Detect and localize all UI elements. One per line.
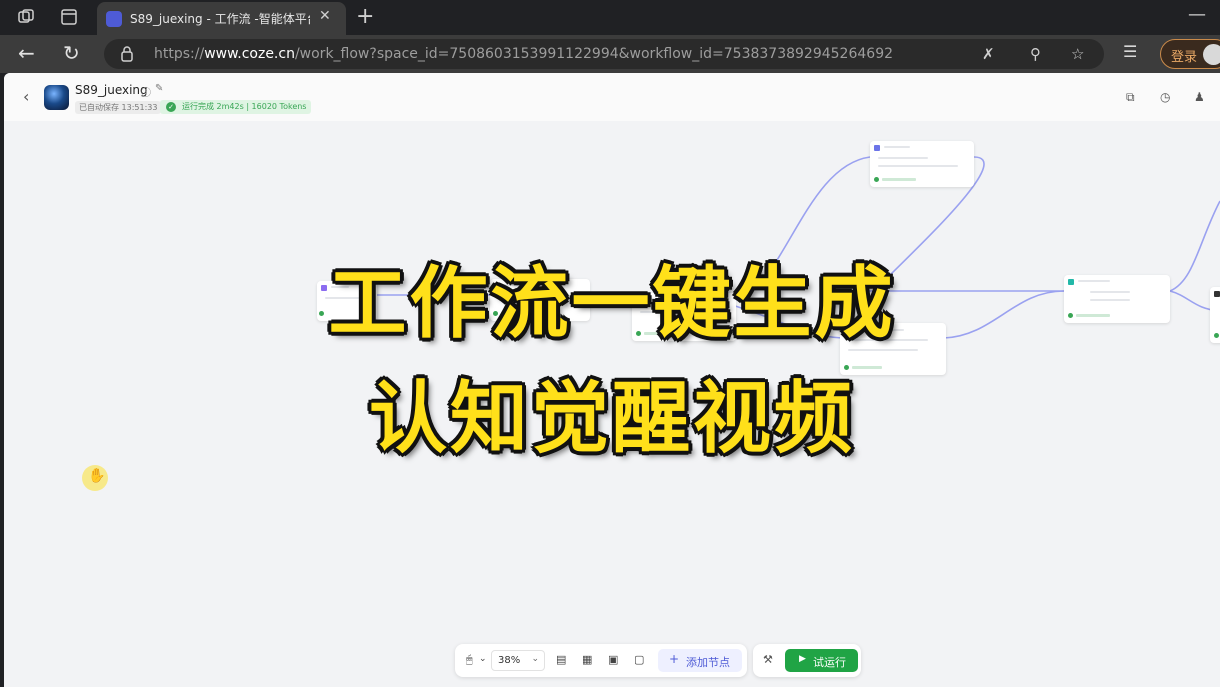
add-node-label: 添加节点 <box>686 656 730 669</box>
chevron-down-icon: ⌄ <box>531 654 539 664</box>
chevron-down-icon[interactable]: ⌄ <box>479 654 487 664</box>
browser-navbar: ← ↻ https://www.coze.cn/work_flow?space_… <box>0 35 1220 73</box>
zoom-select[interactable]: 38% ⌄ <box>491 650 545 671</box>
back-icon[interactable]: ← <box>18 41 35 65</box>
canvas-toolbar: 🖱 ⌄ 38% ⌄ ▤ ▦ ▣ ▢ + 添加节点 <box>455 644 747 677</box>
info-icon[interactable]: ⓘ <box>141 84 151 99</box>
browser-tab-strip: S89_juexing - 工作流 -智能体平台 ✕ + — <box>0 0 1220 35</box>
run-status-text: 运行完成 2m42s | 16020 Tokens <box>182 102 307 111</box>
overlay-title-line-2: 认知觉醒视频 <box>368 374 855 464</box>
tab-actions-icon[interactable] <box>59 7 79 27</box>
hand-cursor-icon: ✋ <box>82 465 108 491</box>
minimize-button[interactable]: — <box>1188 4 1206 25</box>
star-icon[interactable]: ☆ <box>1071 45 1084 63</box>
check-icon: ✓ <box>166 102 176 112</box>
plus-icon: + <box>669 652 680 666</box>
url-prefix: https:// <box>154 46 205 62</box>
play-icon: ▶ <box>799 654 806 664</box>
workspaces-icon[interactable] <box>16 7 36 27</box>
workflow-name: S89_juexing <box>75 83 148 97</box>
tab-title: S89_juexing - 工作流 -智能体平台 <box>130 12 310 26</box>
run-status-badge[interactable]: ✓ 运行完成 2m42s | 16020 Tokens <box>160 100 312 114</box>
workflow-app: ‹ S89_juexing ⓘ ✎ 已自动保存 13:51:33 ✓ 运行完成 … <box>4 73 1220 687</box>
image-icon[interactable]: ▣ <box>608 653 618 666</box>
copy-icon[interactable]: ⧉ <box>1126 90 1135 105</box>
address-bar[interactable]: https://www.coze.cn/work_flow?space_id=7… <box>104 39 1104 69</box>
zoom-value: 38% <box>498 655 521 666</box>
minimap-icon[interactable]: ▦ <box>582 653 592 666</box>
tab-close-icon[interactable]: ✕ <box>319 8 331 24</box>
lock-icon[interactable] <box>120 45 134 62</box>
url-text: https://www.coze.cn/work_flow?space_id=7… <box>154 46 893 62</box>
no-tracking-icon[interactable]: ✗ <box>982 45 995 63</box>
avatar-icon <box>1203 44 1220 65</box>
back-button[interactable]: ‹ <box>23 87 29 106</box>
autosave-status: 已自动保存 13:51:33 <box>75 101 162 114</box>
url-path: /work_flow?space_id=7508603153991122994&… <box>294 46 894 62</box>
workflow-header: ‹ S89_juexing ⓘ ✎ 已自动保存 13:51:33 ✓ 运行完成 … <box>4 73 1220 121</box>
add-node-button[interactable]: + 添加节点 <box>658 649 742 672</box>
overlay-title-line-1: 工作流一键生成 <box>328 259 896 349</box>
edit-icon[interactable]: ✎ <box>155 83 163 94</box>
run-toolbar: ⚒ ▶ 试运行 <box>753 644 861 677</box>
zoom-icon[interactable]: ⚲ <box>1030 45 1041 63</box>
url-host: www.coze.cn <box>204 46 295 62</box>
favorites-icon[interactable]: ☰ <box>1123 42 1137 61</box>
browser-tab[interactable]: S89_juexing - 工作流 -智能体平台 ✕ <box>97 2 346 35</box>
debug-icon[interactable]: ⚒ <box>763 653 773 666</box>
test-run-button[interactable]: ▶ 试运行 <box>785 649 858 672</box>
fit-view-icon[interactable]: ▢ <box>634 653 644 666</box>
comment-icon[interactable]: ▤ <box>556 653 566 666</box>
reload-icon[interactable]: ↻ <box>63 41 80 65</box>
login-button[interactable]: 登录 <box>1160 39 1220 69</box>
coze-favicon-icon <box>106 11 122 27</box>
collaborators-icon[interactable]: ♟ <box>1194 90 1205 104</box>
workflow-node[interactable] <box>870 141 974 187</box>
login-label: 登录 <box>1171 50 1198 65</box>
mouse-mode-icon[interactable]: 🖱 <box>466 653 473 667</box>
workflow-avatar <box>44 85 69 110</box>
history-icon[interactable]: ◷ <box>1160 90 1170 104</box>
test-run-label: 试运行 <box>813 656 846 669</box>
new-tab-button[interactable]: + <box>356 4 374 29</box>
